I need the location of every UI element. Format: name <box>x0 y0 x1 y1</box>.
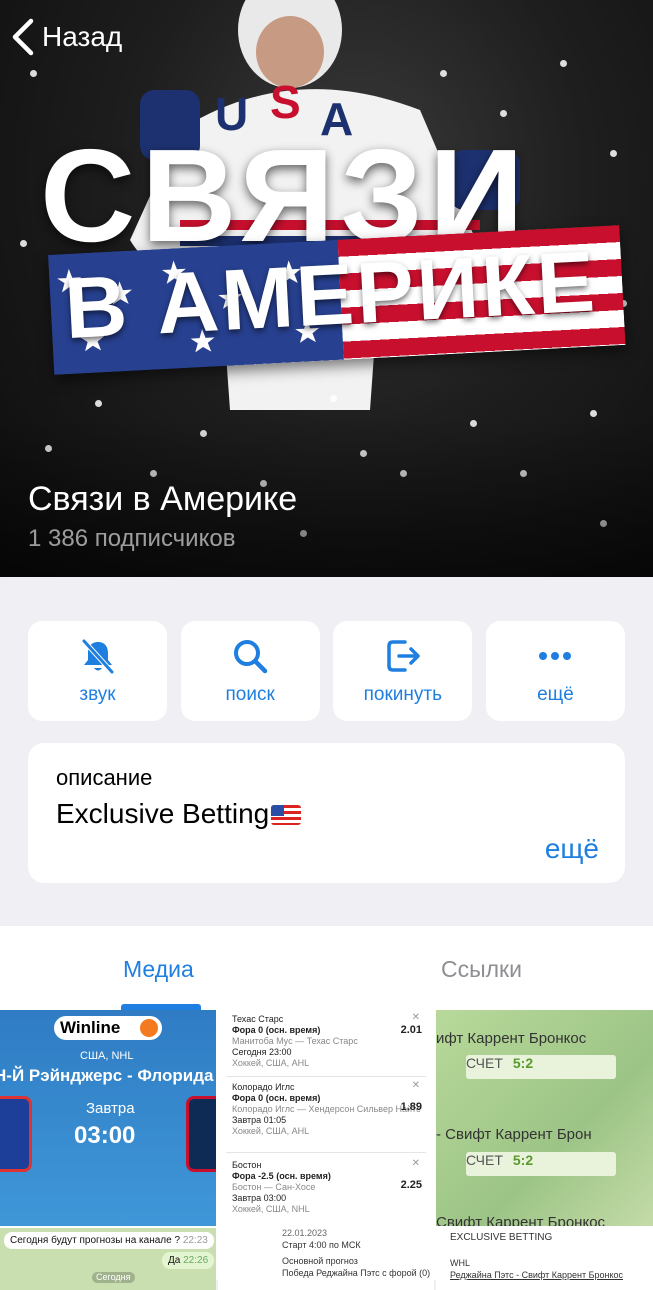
description-more-link[interactable]: ещё <box>545 833 599 865</box>
chat-time: 22:23 <box>182 1235 208 1246</box>
score-box: СЧЕТ 5:2 <box>466 1055 616 1079</box>
bet-league: Хоккей, США, NHL <box>232 1204 310 1214</box>
search-button[interactable]: поиск <box>180 621 320 721</box>
bet-team: Техас Старс <box>232 1014 284 1024</box>
back-button[interactable]: Назад <box>10 18 122 56</box>
bet-team: Бостон <box>232 1160 262 1170</box>
channel-cover: U S A СВЯЗИ В АМЕРИКЕ Назад Связи в Амер… <box>0 0 653 577</box>
bet-league: Хоккей, США, AHL <box>232 1126 310 1136</box>
chat-time: 22:26 <box>183 1255 209 1266</box>
chat-text: Да <box>168 1255 181 1266</box>
mute-button[interactable]: звук <box>28 621 167 721</box>
bet-detail: Колорадо Иглс — Хендерсон Сильвер Найтс <box>232 1104 421 1114</box>
score-value: 5:2 <box>512 1152 534 1168</box>
winline-brand: Winline <box>60 1018 121 1037</box>
close-icon: ✕ <box>411 1012 420 1023</box>
close-icon: ✕ <box>411 1158 420 1169</box>
rangers-logo-icon <box>0 1096 32 1172</box>
leave-icon <box>387 640 420 672</box>
winline-time: 03:00 <box>74 1122 136 1149</box>
bell-slash-icon <box>81 639 114 674</box>
winline-when: Завтра <box>86 1100 135 1117</box>
channel-name: Связи в Америке <box>28 480 298 518</box>
divider <box>226 1076 426 1077</box>
chat-reply: Да 22:26 <box>162 1252 215 1269</box>
post-main: Основной прогноз <box>282 1256 358 1266</box>
score-label: СЧЕТ <box>466 1055 503 1071</box>
post2-league: WHL <box>450 1258 470 1268</box>
chat-date: Сегодня <box>92 1272 135 1283</box>
tab-media[interactable]: Медиа <box>123 956 194 983</box>
bet-detail: Бостон — Сан-Хосе <box>232 1182 316 1192</box>
subscriber-count: 1 386 подписчиков <box>28 525 236 552</box>
search-icon <box>234 640 268 674</box>
svg-text:S: S <box>270 76 301 128</box>
media-thumbnail-winline[interactable]: Winline США, NHL Н-Й Рэйнджерс - Флорида… <box>0 1010 216 1226</box>
bet-odd: 2.01 <box>400 1024 422 1036</box>
score-title: Свифт Каррент Бронкос <box>436 1214 606 1226</box>
back-label: Назад <box>42 21 123 52</box>
bet-when: Сегодня 23:00 <box>232 1047 292 1057</box>
channel-actions: звук поиск покинуть ещё <box>28 621 625 721</box>
bet-item: ✕ Колорадо Иглс Фора 0 (осн. время) 1.89… <box>232 1080 422 1137</box>
bet-when: Завтра 03:00 <box>232 1193 287 1203</box>
winline-logo: Winline <box>54 1016 162 1040</box>
winline-dot-icon <box>140 1019 158 1037</box>
leave-button[interactable]: покинуть <box>333 621 473 721</box>
bet-item: ✕ Бостон Фора -2.5 (осн. время) 2.25 Бос… <box>232 1158 422 1215</box>
description-card: описание Exclusive Betting ещё <box>28 743 625 883</box>
bet-odd: 2.25 <box>400 1179 422 1191</box>
post2-match: Реджайна Пэтс - Свифт Каррент Бронкос <box>450 1270 624 1280</box>
description-text-value: Exclusive Betting <box>56 798 270 829</box>
bet-item: ✕ Техас Старс Фора 0 (осн. время) 2.01 М… <box>232 1012 422 1069</box>
media-thumbnail-post[interactable]: 22.01.2023 Старт 4:00 по МСК Основной пр… <box>218 1228 434 1290</box>
winline-match: Н-Й Рэйнджерс - Флорида <box>0 1066 214 1085</box>
post-date: 22.01.2023 <box>282 1228 328 1238</box>
chevron-left-icon <box>12 18 34 56</box>
winline-league: США, NHL <box>80 1050 134 1062</box>
mute-label: звук <box>79 684 116 705</box>
bet-detail: Манитоба Мус — Техас Старс <box>232 1036 358 1046</box>
post-pick: Победа Реджайна Пэтс с форой (0) <box>282 1268 431 1278</box>
close-icon: ✕ <box>411 1080 420 1091</box>
more-icon <box>539 652 572 660</box>
leave-label: покинуть <box>363 684 442 705</box>
bet-odd: 1.89 <box>400 1101 422 1113</box>
post-start: Старт 4:00 по МСК <box>282 1240 361 1250</box>
score-value: 5:2 <box>512 1055 534 1071</box>
chat-text: Сегодня будут прогнозы на канале ? <box>10 1235 181 1246</box>
media-thumbnail-post-2[interactable]: EXCLUSIVE BETTING WHL Реджайна Пэтс - Св… <box>436 1228 653 1290</box>
media-grid: Winline США, NHL Н-Й Рэйнджерс - Флорида… <box>0 1010 653 1290</box>
more-label: ещё <box>537 684 574 705</box>
score-label: СЧЕТ <box>466 1152 503 1168</box>
bet-market: Фора 0 (осн. время) <box>232 1093 321 1103</box>
bet-market: Фора 0 (осн. время) <box>232 1025 321 1035</box>
bet-when: Завтра 01:05 <box>232 1115 287 1125</box>
us-flag-icon <box>271 805 302 825</box>
media-thumbnail-betslip[interactable]: ✕ Техас Старс Фора 0 (осн. время) 2.01 М… <box>218 1010 434 1226</box>
bet-league: Хоккей, США, AHL <box>232 1058 310 1068</box>
more-button[interactable]: ещё <box>485 621 625 721</box>
score-box: СЧЕТ 5:2 <box>466 1152 616 1176</box>
bet-market: Фора -2.5 (осн. время) <box>232 1171 331 1181</box>
bet-team: Колорадо Иглс <box>232 1082 295 1092</box>
search-label: поиск <box>225 684 275 705</box>
media-tabs: Медиа Ссылки <box>0 926 653 1010</box>
description-text: Exclusive Betting <box>56 798 302 830</box>
panthers-logo-icon <box>186 1096 216 1172</box>
description-label: описание <box>56 765 153 790</box>
divider <box>226 1152 426 1153</box>
post2-title: EXCLUSIVE BETTING <box>450 1232 553 1243</box>
chat-message: Сегодня будут прогнозы на канале ? 22:23 <box>4 1232 214 1249</box>
media-thumbnail-scores[interactable]: ифт Каррент Бронкос СЧЕТ 5:2 - Свифт Карр… <box>436 1010 653 1226</box>
tab-links[interactable]: Ссылки <box>441 956 522 983</box>
media-thumbnail-chat[interactable]: Сегодня будут прогнозы на канале ? 22:23… <box>0 1228 216 1290</box>
